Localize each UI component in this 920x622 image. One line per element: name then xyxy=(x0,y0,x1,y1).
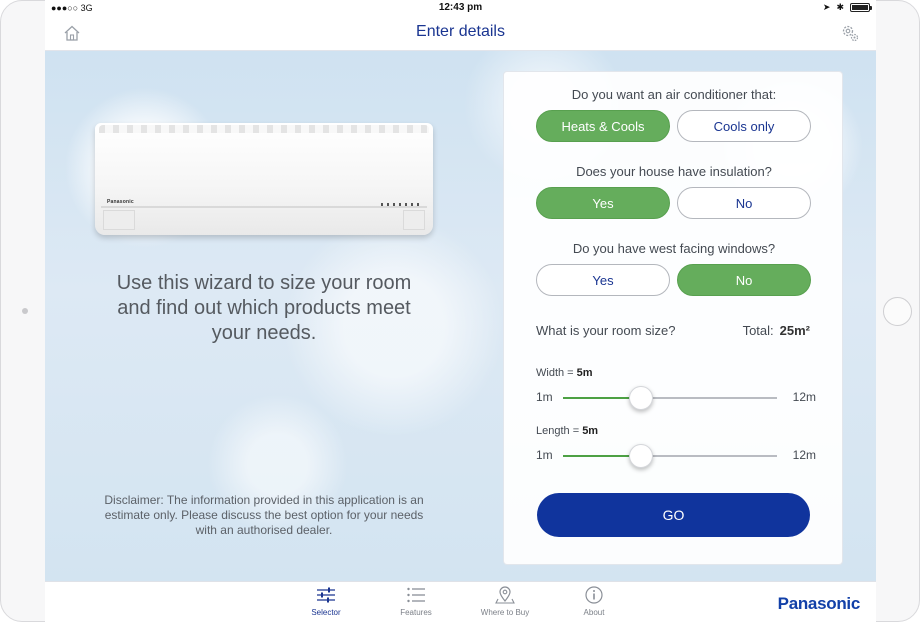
battery-icon xyxy=(850,3,872,12)
question-west-windows: Do you have west facing windows? xyxy=(572,241,776,256)
tab-selector[interactable]: Selector xyxy=(291,586,361,617)
status-time: 12:43 pm xyxy=(438,2,483,13)
question-insulation: Does your house have insulation? xyxy=(576,164,772,179)
option-heats-cools[interactable]: Heats & Cools xyxy=(536,110,670,142)
info-icon xyxy=(585,586,603,604)
option-insulation-no[interactable]: No xyxy=(677,187,811,219)
total-label: Total: xyxy=(742,323,774,338)
tab-label: Features xyxy=(400,608,432,617)
tab-label: About xyxy=(583,608,605,617)
panasonic-logo: Panasonic xyxy=(777,594,861,613)
list-icon xyxy=(407,587,425,603)
width-slider-track[interactable] xyxy=(563,386,777,410)
selector-form-panel: Do you want an air conditioner that: Hea… xyxy=(503,71,843,565)
room-size-total: Total: 25m² xyxy=(743,323,810,338)
ac-divider xyxy=(101,206,427,208)
width-min: 1m xyxy=(536,390,553,404)
ac-right-panel xyxy=(403,210,425,230)
status-bar: ●●●○○ 3G 12:43 pm ➤ ✱ xyxy=(45,0,876,16)
map-pin-icon xyxy=(495,586,515,604)
bluetooth-icon: ✱ xyxy=(836,2,844,12)
width-slider-thumb[interactable] xyxy=(628,386,653,410)
option-west-windows-yes[interactable]: Yes xyxy=(536,264,670,296)
go-button[interactable]: GO xyxy=(537,493,810,537)
main-content: Panasonic Use this wizard to size your r… xyxy=(45,51,876,581)
length-slider-thumb[interactable] xyxy=(628,444,653,468)
app-screen: ●●●○○ 3G 12:43 pm ➤ ✱ Enter details Pana… xyxy=(45,0,876,622)
gear-icon[interactable] xyxy=(840,23,860,43)
tab-features[interactable]: Features xyxy=(381,586,451,617)
location-arrow-icon: ➤ xyxy=(822,2,831,12)
wizard-description: Use this wizard to size your room and fi… xyxy=(116,272,412,344)
sliders-icon xyxy=(317,587,335,603)
tab-about[interactable]: About xyxy=(559,586,629,617)
tab-bar: Selector Features Where to Buy About Pan… xyxy=(45,581,876,622)
navigation-bar: Enter details xyxy=(45,16,876,51)
ac-brand-label: Panasonic xyxy=(107,199,134,205)
air-conditioner-image: Panasonic xyxy=(95,123,433,235)
width-value: 5m xyxy=(576,367,593,379)
length-label-text: Length = xyxy=(536,425,583,437)
status-right-icons: ➤ ✱ xyxy=(822,2,872,13)
tab-where-to-buy[interactable]: Where to Buy xyxy=(470,586,540,617)
ac-left-panel xyxy=(103,210,135,230)
length-slider-track[interactable] xyxy=(563,444,777,468)
room-size-label: What is your room size? xyxy=(536,323,676,338)
question-ac-type: Do you want an air conditioner that: xyxy=(571,87,777,102)
length-max: 12m xyxy=(792,448,816,462)
option-west-windows-no[interactable]: No xyxy=(677,264,811,296)
tab-label: Where to Buy xyxy=(480,608,530,617)
length-label: Length = 5m xyxy=(536,425,598,437)
ac-indicator-lights xyxy=(381,203,419,206)
ac-top-vent xyxy=(99,125,429,133)
total-value: 25m² xyxy=(779,323,810,338)
width-max: 12m xyxy=(792,390,816,404)
width-label: Width = 5m xyxy=(536,367,593,379)
option-cools-only[interactable]: Cools only xyxy=(677,110,811,142)
tab-label: Selector xyxy=(311,608,341,617)
length-min: 1m xyxy=(536,448,553,462)
width-label-text: Width = xyxy=(536,367,577,379)
disclaimer-text: Disclaimer: The information provided in … xyxy=(104,493,424,537)
length-value: 5m xyxy=(582,425,599,437)
option-insulation-yes[interactable]: Yes xyxy=(536,187,670,219)
camera-dot xyxy=(22,308,28,314)
page-title: Enter details xyxy=(416,23,505,40)
device-home-button[interactable] xyxy=(883,297,912,326)
